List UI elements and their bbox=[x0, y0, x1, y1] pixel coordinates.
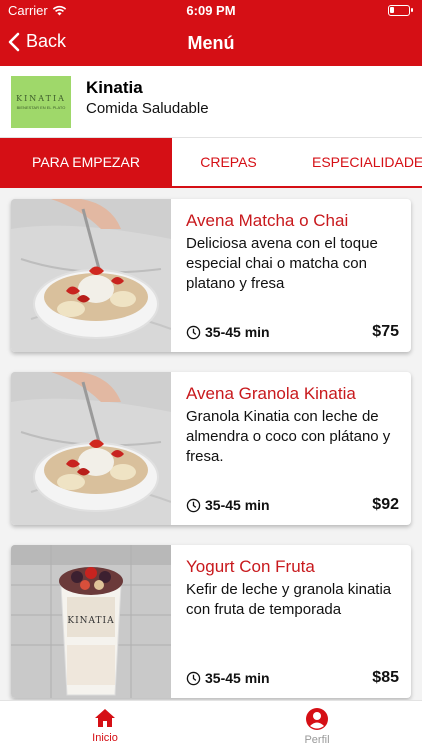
tab-inicio[interactable]: Inicio bbox=[65, 707, 145, 744]
restaurant-header: KINATIA BIENESTAR EN EL PLATO Kinatia Co… bbox=[0, 66, 422, 138]
tab-perfil[interactable]: Perfil bbox=[277, 707, 357, 746]
food-image: KINATIA bbox=[11, 545, 171, 698]
logo-text: KINATIA bbox=[16, 94, 66, 103]
food-image bbox=[11, 199, 171, 352]
tab-para-empezar[interactable]: PARA EMPEZAR bbox=[0, 138, 172, 186]
category-tabs: PARA EMPEZAR CREPAS ESPECIALIDADES bbox=[0, 138, 422, 188]
navigation-bar: Back Menú bbox=[0, 22, 422, 66]
restaurant-name: Kinatia bbox=[86, 78, 143, 97]
item-price: $92 bbox=[372, 496, 399, 513]
tab-especialidades[interactable]: ESPECIALIDADES bbox=[312, 138, 422, 186]
tab-crepas[interactable]: CREPAS bbox=[172, 138, 285, 186]
restaurant-subtitle: Comida Saludable bbox=[86, 100, 209, 117]
home-icon bbox=[95, 709, 115, 727]
prep-time-label: 35-45 min bbox=[205, 670, 270, 686]
prep-time: 35-45 min bbox=[186, 324, 270, 340]
item-title: Avena Matcha o Chai bbox=[186, 211, 349, 230]
status-bar: Carrier 6:09 PM bbox=[0, 0, 422, 22]
item-description: Kefir de leche y granola kinatia con fru… bbox=[186, 581, 392, 618]
item-price: $75 bbox=[372, 323, 399, 340]
prep-time: 35-45 min bbox=[186, 497, 270, 513]
prep-time-label: 35-45 min bbox=[205, 324, 270, 340]
page-title: Menú bbox=[187, 33, 235, 53]
item-description: Deliciosa avena con el toque especial ch… bbox=[186, 235, 378, 292]
status-time: 6:09 PM bbox=[186, 3, 236, 18]
svg-text:KINATIA: KINATIA bbox=[67, 616, 114, 626]
item-title: Avena Granola Kinatia bbox=[186, 384, 356, 403]
menu-item-card[interactable]: Avena Granola Kinatia Granola Kinatia co… bbox=[11, 372, 411, 525]
battery-icon bbox=[388, 5, 413, 16]
clock-icon bbox=[186, 498, 201, 512]
item-title: Yogurt Con Fruta bbox=[186, 557, 315, 576]
prep-time: 35-45 min bbox=[186, 670, 270, 686]
restaurant-logo: KINATIA BIENESTAR EN EL PLATO bbox=[11, 76, 71, 128]
food-image bbox=[11, 372, 171, 525]
bottom-tab-bar: Inicio Perfil bbox=[0, 700, 422, 750]
prep-time-label: 35-45 min bbox=[205, 497, 270, 513]
profile-icon bbox=[306, 708, 328, 730]
item-description: Granola Kinatia con leche de almendra o … bbox=[186, 408, 391, 465]
item-price: $85 bbox=[372, 669, 399, 686]
menu-item-card[interactable]: KINATIA Yogurt Con Fruta Kefir de leche … bbox=[11, 545, 411, 698]
menu-item-card[interactable]: Avena Matcha o Chai Deliciosa avena con … bbox=[11, 199, 411, 352]
tab-inicio-label: Inicio bbox=[92, 732, 118, 744]
logo-subtext: BIENESTAR EN EL PLATO bbox=[16, 105, 66, 110]
clock-icon bbox=[186, 325, 201, 339]
clock-icon bbox=[186, 671, 201, 685]
tab-perfil-label: Perfil bbox=[304, 734, 330, 746]
